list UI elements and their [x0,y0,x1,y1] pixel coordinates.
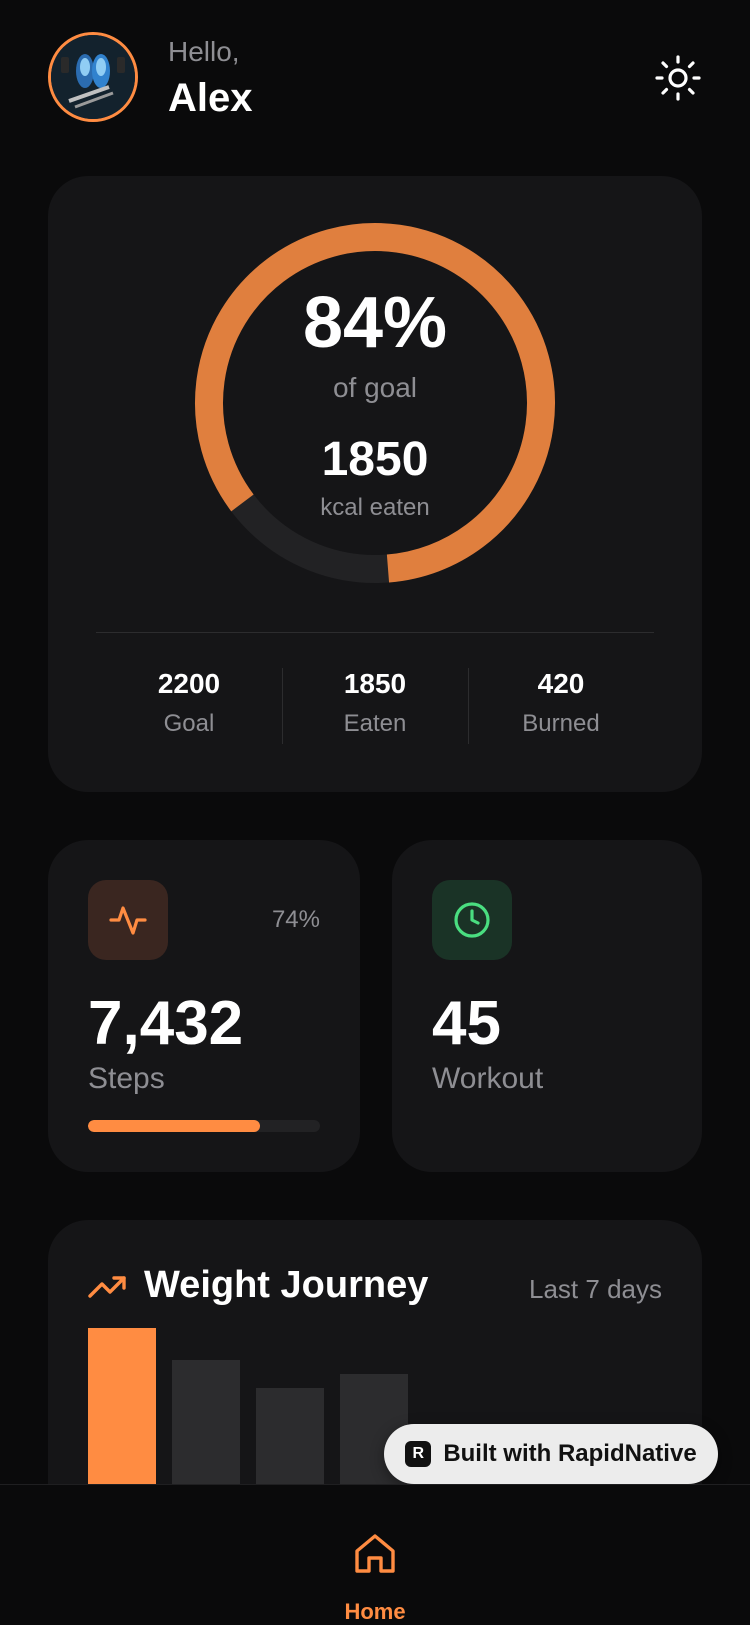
stat-goal: 2200 Goal [96,666,282,746]
steps-label: Steps [88,1062,165,1095]
kcal-eaten-caption: kcal eaten [320,494,430,521]
bottom-tab-bar: Home [0,1484,750,1625]
stat-value: 420 [537,668,585,699]
stat-value: 1850 [343,668,407,699]
divider [96,632,654,633]
weight-journey-title: Weight Journey [144,1264,429,1306]
header: Hello, Alex [48,32,702,128]
steps-progress-fill [88,1120,260,1132]
workout-icon-box [432,880,512,960]
calorie-stats: 2200 Goal 1850 Eaten 420 Burned [96,666,654,746]
home-icon [355,1534,395,1573]
weight-bar [256,1388,324,1486]
stat-burned: 420 Burned [468,666,654,746]
profile-photo-icon [51,35,135,119]
weight-range-label[interactable]: Last 7 days [529,1274,662,1305]
avatar[interactable] [48,32,138,122]
built-with-badge[interactable]: R Built with RapidNative [384,1424,718,1484]
goal-percent: 84% [302,283,448,363]
user-name: Alex [168,76,253,120]
steps-card[interactable]: 74% 7,432 Steps [48,840,360,1172]
goal-percent-caption: of goal [332,372,418,403]
workout-value: 45 [432,989,501,1058]
calorie-summary-card: 84% of goal 1850 kcal eaten 2200 Goal 18… [48,176,702,792]
greeting-text: Hello, [168,36,240,67]
kcal-eaten-value: 1850 [321,433,429,486]
tab-home[interactable]: Home [325,1521,425,1625]
tab-home-label: Home [344,1599,406,1624]
workout-label: Workout [432,1062,544,1095]
weight-bar [172,1360,240,1486]
steps-percent: 74% [271,906,320,933]
stat-value: 2200 [157,668,221,699]
steps-icon-box [88,880,168,960]
workout-card[interactable]: 45 Workout [392,840,702,1172]
stat-label: Eaten [343,710,407,737]
stat-label: Burned [522,710,600,737]
stat-label: Goal [163,710,215,737]
calorie-progress-ring: 84% of goal 1850 kcal eaten [194,222,556,584]
steps-progress-bar [88,1120,320,1132]
weight-bar [88,1328,156,1486]
steps-value: 7,432 [88,989,244,1058]
clock-icon [454,902,490,938]
rapidnative-logo-icon: R [405,1441,432,1467]
trending-up-icon [88,1272,128,1305]
badge-label: Built with RapidNative [443,1440,697,1467]
sun-icon [655,55,701,101]
stat-eaten: 1850 Eaten [282,666,468,746]
theme-toggle-button[interactable] [654,54,702,102]
activity-pulse-icon [109,906,147,935]
